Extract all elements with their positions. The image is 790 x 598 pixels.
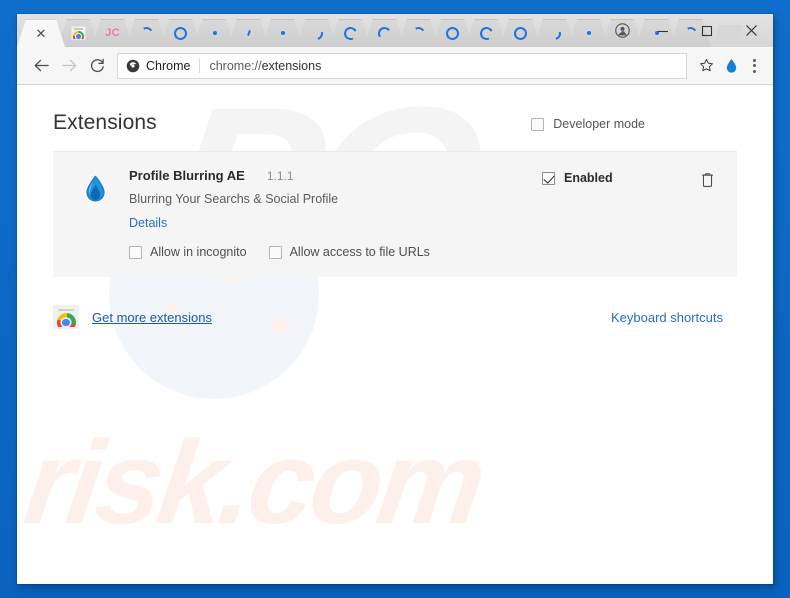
chrome-page-icon [126, 59, 140, 73]
water-drop-extension-icon[interactable] [719, 53, 743, 79]
allow-file-urls-toggle[interactable]: Allow access to file URLs [268, 245, 430, 259]
profile-avatar-icon[interactable] [603, 14, 641, 47]
water-drop-icon [82, 172, 109, 206]
loading-tick-icon [246, 29, 251, 37]
extension-card: Profile Blurring AE 1.1.1 Blurring Your … [53, 152, 737, 277]
allow-incognito-toggle[interactable]: Allow in incognito [129, 245, 247, 259]
tab-strip: ✕ JC [17, 14, 773, 47]
window-controls [603, 14, 773, 47]
reload-icon[interactable] [83, 52, 111, 80]
minimize-button[interactable] [641, 14, 685, 47]
enabled-checkbox[interactable] [542, 171, 555, 185]
page-header: Extensions Developer mode [53, 85, 737, 135]
page-content: Extensions Developer mode Profile Blurri… [17, 85, 773, 329]
extension-version: 1.1.1 [266, 169, 294, 183]
back-arrow-icon[interactable] [27, 52, 55, 80]
loading-spinner-icon [138, 25, 155, 41]
loading-spinner-icon [376, 25, 393, 41]
loading-spinner-icon [443, 23, 462, 43]
loading-dot-icon [586, 31, 591, 35]
enabled-toggle[interactable]: Enabled [542, 171, 613, 185]
extension-name: Profile Blurring AE [129, 168, 245, 183]
extension-icon-wrap [73, 168, 117, 259]
extension-actions: Enabled [542, 168, 717, 259]
url-text: chrome://extensions [209, 59, 321, 73]
developer-mode-label: Developer mode [553, 117, 645, 131]
loading-spinner-icon [410, 25, 427, 41]
loading-spinner-icon [511, 23, 530, 43]
loading-spinner-icon [171, 23, 190, 43]
developer-mode-checkbox[interactable] [531, 117, 545, 131]
enabled-label: Enabled [564, 171, 613, 185]
url-scheme: chrome:// [209, 58, 262, 73]
maximize-button[interactable] [685, 14, 729, 47]
omnibox-divider [199, 58, 201, 73]
three-dot-menu-icon[interactable] [743, 53, 765, 79]
extension-permissions: Allow in incognito Allow access to file … [129, 245, 542, 259]
close-button[interactable] [729, 14, 773, 47]
keyboard-shortcuts-link[interactable]: Keyboard shortcuts [611, 310, 723, 325]
tab-active[interactable]: ✕ [17, 19, 65, 47]
allow-file-urls-checkbox[interactable] [268, 245, 282, 259]
loading-spinner-icon [545, 24, 564, 42]
trash-icon[interactable] [700, 171, 715, 188]
desktop-background: ✕ JC Chrome chrome://extensions risk.com… [0, 0, 790, 598]
star-icon[interactable] [693, 53, 719, 79]
chrome-web-store-icon [53, 305, 79, 329]
jc-favicon-icon: JC [105, 26, 120, 39]
details-link[interactable]: Details [129, 216, 167, 230]
allow-file-urls-label: Allow access to file URLs [289, 245, 430, 259]
extensions-page: PC risk.com Extensions Developer mode [17, 85, 773, 584]
page-footer: Get more extensions Keyboard shortcuts [53, 305, 737, 329]
scheme-label: Chrome [146, 58, 191, 73]
url-path: extensions [261, 58, 322, 73]
get-more-extensions-link[interactable]: Get more extensions [92, 310, 212, 325]
jc-favicon-label: JC [105, 26, 120, 39]
forward-arrow-icon [55, 52, 83, 80]
tab-close-icon[interactable]: ✕ [36, 27, 47, 40]
extension-description: Blurring Your Searchs & Social Profile [129, 192, 339, 206]
chrome-browser-window: ✕ JC Chrome chrome://extensions risk.com… [17, 14, 773, 584]
developer-mode-toggle[interactable]: Developer mode [531, 111, 737, 131]
loading-spinner-icon [342, 24, 359, 42]
chrome-web-store-icon [71, 26, 86, 40]
extension-details: Profile Blurring AE 1.1.1 Blurring Your … [117, 168, 542, 259]
loading-spinner-icon [478, 24, 495, 42]
browser-toolbar: Chrome chrome://extensions [17, 47, 773, 85]
loading-spinner-icon [307, 24, 326, 42]
extension-title-row: Profile Blurring AE 1.1.1 [129, 168, 542, 183]
allow-incognito-checkbox[interactable] [129, 245, 142, 259]
watermark-bottom: risk.com [17, 417, 490, 549]
page-title: Extensions [53, 111, 157, 134]
address-bar[interactable]: Chrome chrome://extensions [117, 52, 687, 79]
get-more-extensions[interactable]: Get more extensions [53, 305, 212, 329]
loading-dot-icon [212, 31, 217, 35]
loading-dot-icon [280, 31, 285, 35]
tab-close-label: ✕ [35, 25, 47, 41]
allow-incognito-label: Allow in incognito [150, 245, 247, 259]
